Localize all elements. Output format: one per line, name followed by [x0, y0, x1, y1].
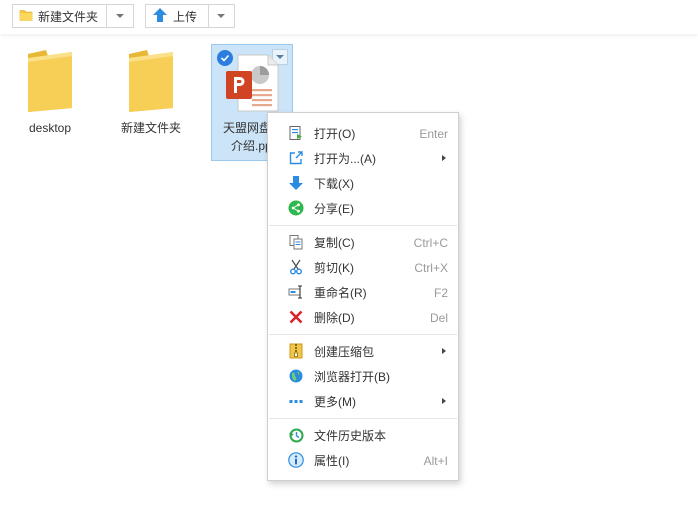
menu-item-label: 浏览器打开(B)	[314, 370, 390, 384]
new-folder-dropdown[interactable]	[106, 5, 133, 27]
submenu-arrow-icon	[442, 155, 446, 161]
rename-icon	[288, 284, 304, 300]
history-icon	[288, 427, 304, 443]
menu-item-label: 分享(E)	[314, 202, 354, 216]
folder-icon	[19, 8, 33, 25]
delete-x-icon	[288, 309, 304, 325]
menu-item-download[interactable]: 下载(X)	[268, 171, 458, 196]
powerpoint-file-icon	[224, 53, 280, 116]
menu-item-label: 删除(D)	[314, 311, 355, 325]
menu-separator	[269, 334, 457, 335]
menu-item-more[interactable]: 更多(M)	[268, 389, 458, 414]
menu-item-label: 剪切(K)	[314, 261, 354, 275]
file-name: 新建文件夹	[120, 121, 181, 135]
menu-item-shortcut: Enter	[419, 126, 448, 141]
file-item-desktop[interactable]: desktop	[9, 46, 91, 136]
upload-button[interactable]: 上传	[146, 5, 208, 27]
scissors-icon	[288, 259, 304, 275]
globe-icon	[288, 368, 304, 384]
menu-item-create-archive[interactable]: 创建压缩包	[268, 339, 458, 364]
menu-item-file-history[interactable]: 文件历史版本	[268, 423, 458, 448]
menu-item-cut[interactable]: 剪切(K) Ctrl+X	[268, 255, 458, 280]
menu-item-shortcut: Del	[429, 310, 448, 325]
menu-item-delete[interactable]: 删除(D) Del	[268, 305, 458, 330]
menu-item-label: 打开(O)	[314, 127, 356, 141]
new-folder-button-group: 新建文件夹	[12, 4, 134, 28]
upload-dropdown[interactable]	[207, 5, 234, 27]
toolbar: 新建文件夹 上传	[0, 0, 698, 34]
menu-item-share[interactable]: 分享(E)	[268, 196, 458, 221]
menu-separator	[269, 418, 457, 419]
menu-item-label: 更多(M)	[314, 395, 356, 409]
context-menu: 打开(O) Enter 打开为...(A) 下载(X) 分享(E) 复制(C) …	[267, 112, 459, 481]
info-icon	[288, 452, 304, 468]
menu-item-label: 创建压缩包	[314, 345, 375, 359]
menu-separator	[269, 225, 457, 226]
submenu-arrow-icon	[442, 398, 446, 404]
file-name: desktop	[28, 121, 72, 135]
menu-item-label: 属性(I)	[314, 454, 350, 468]
upload-button-group: 上传	[145, 4, 235, 28]
open-as-icon	[288, 150, 304, 166]
menu-item-rename[interactable]: 重命名(R) F2	[268, 280, 458, 305]
open-icon	[288, 125, 304, 141]
share-icon	[288, 200, 304, 216]
menu-item-shortcut: Alt+I	[423, 453, 448, 468]
upload-label: 上传	[173, 9, 198, 24]
chevron-down-icon	[217, 14, 226, 18]
menu-item-copy[interactable]: 复制(C) Ctrl+C	[268, 230, 458, 255]
menu-item-open-as[interactable]: 打开为...(A)	[268, 146, 458, 171]
menu-item-open[interactable]: 打开(O) Enter	[268, 121, 458, 146]
folder-icon	[127, 48, 175, 115]
new-folder-label: 新建文件夹	[38, 9, 99, 24]
more-dots-icon	[288, 393, 304, 409]
menu-item-shortcut: Ctrl+C	[413, 235, 448, 250]
zip-icon	[288, 343, 304, 359]
menu-item-shortcut: F2	[433, 285, 448, 300]
submenu-arrow-icon	[442, 348, 446, 354]
menu-item-open-in-browser[interactable]: 浏览器打开(B)	[268, 364, 458, 389]
upload-arrow-icon	[152, 7, 168, 26]
menu-item-shortcut: Ctrl+X	[414, 260, 448, 275]
copy-icon	[288, 234, 304, 250]
menu-item-label: 文件历史版本	[314, 429, 387, 443]
menu-item-label: 打开为...(A)	[314, 152, 376, 166]
folder-icon	[26, 48, 74, 115]
menu-item-label: 下载(X)	[314, 177, 354, 191]
menu-item-label: 重命名(R)	[314, 286, 367, 300]
download-icon	[288, 175, 304, 191]
chevron-down-icon	[116, 14, 125, 18]
new-folder-button[interactable]: 新建文件夹	[13, 5, 106, 27]
file-item-new-folder[interactable]: 新建文件夹	[110, 46, 192, 136]
menu-item-label: 复制(C)	[314, 236, 355, 250]
menu-item-properties[interactable]: 属性(I) Alt+I	[268, 448, 458, 473]
